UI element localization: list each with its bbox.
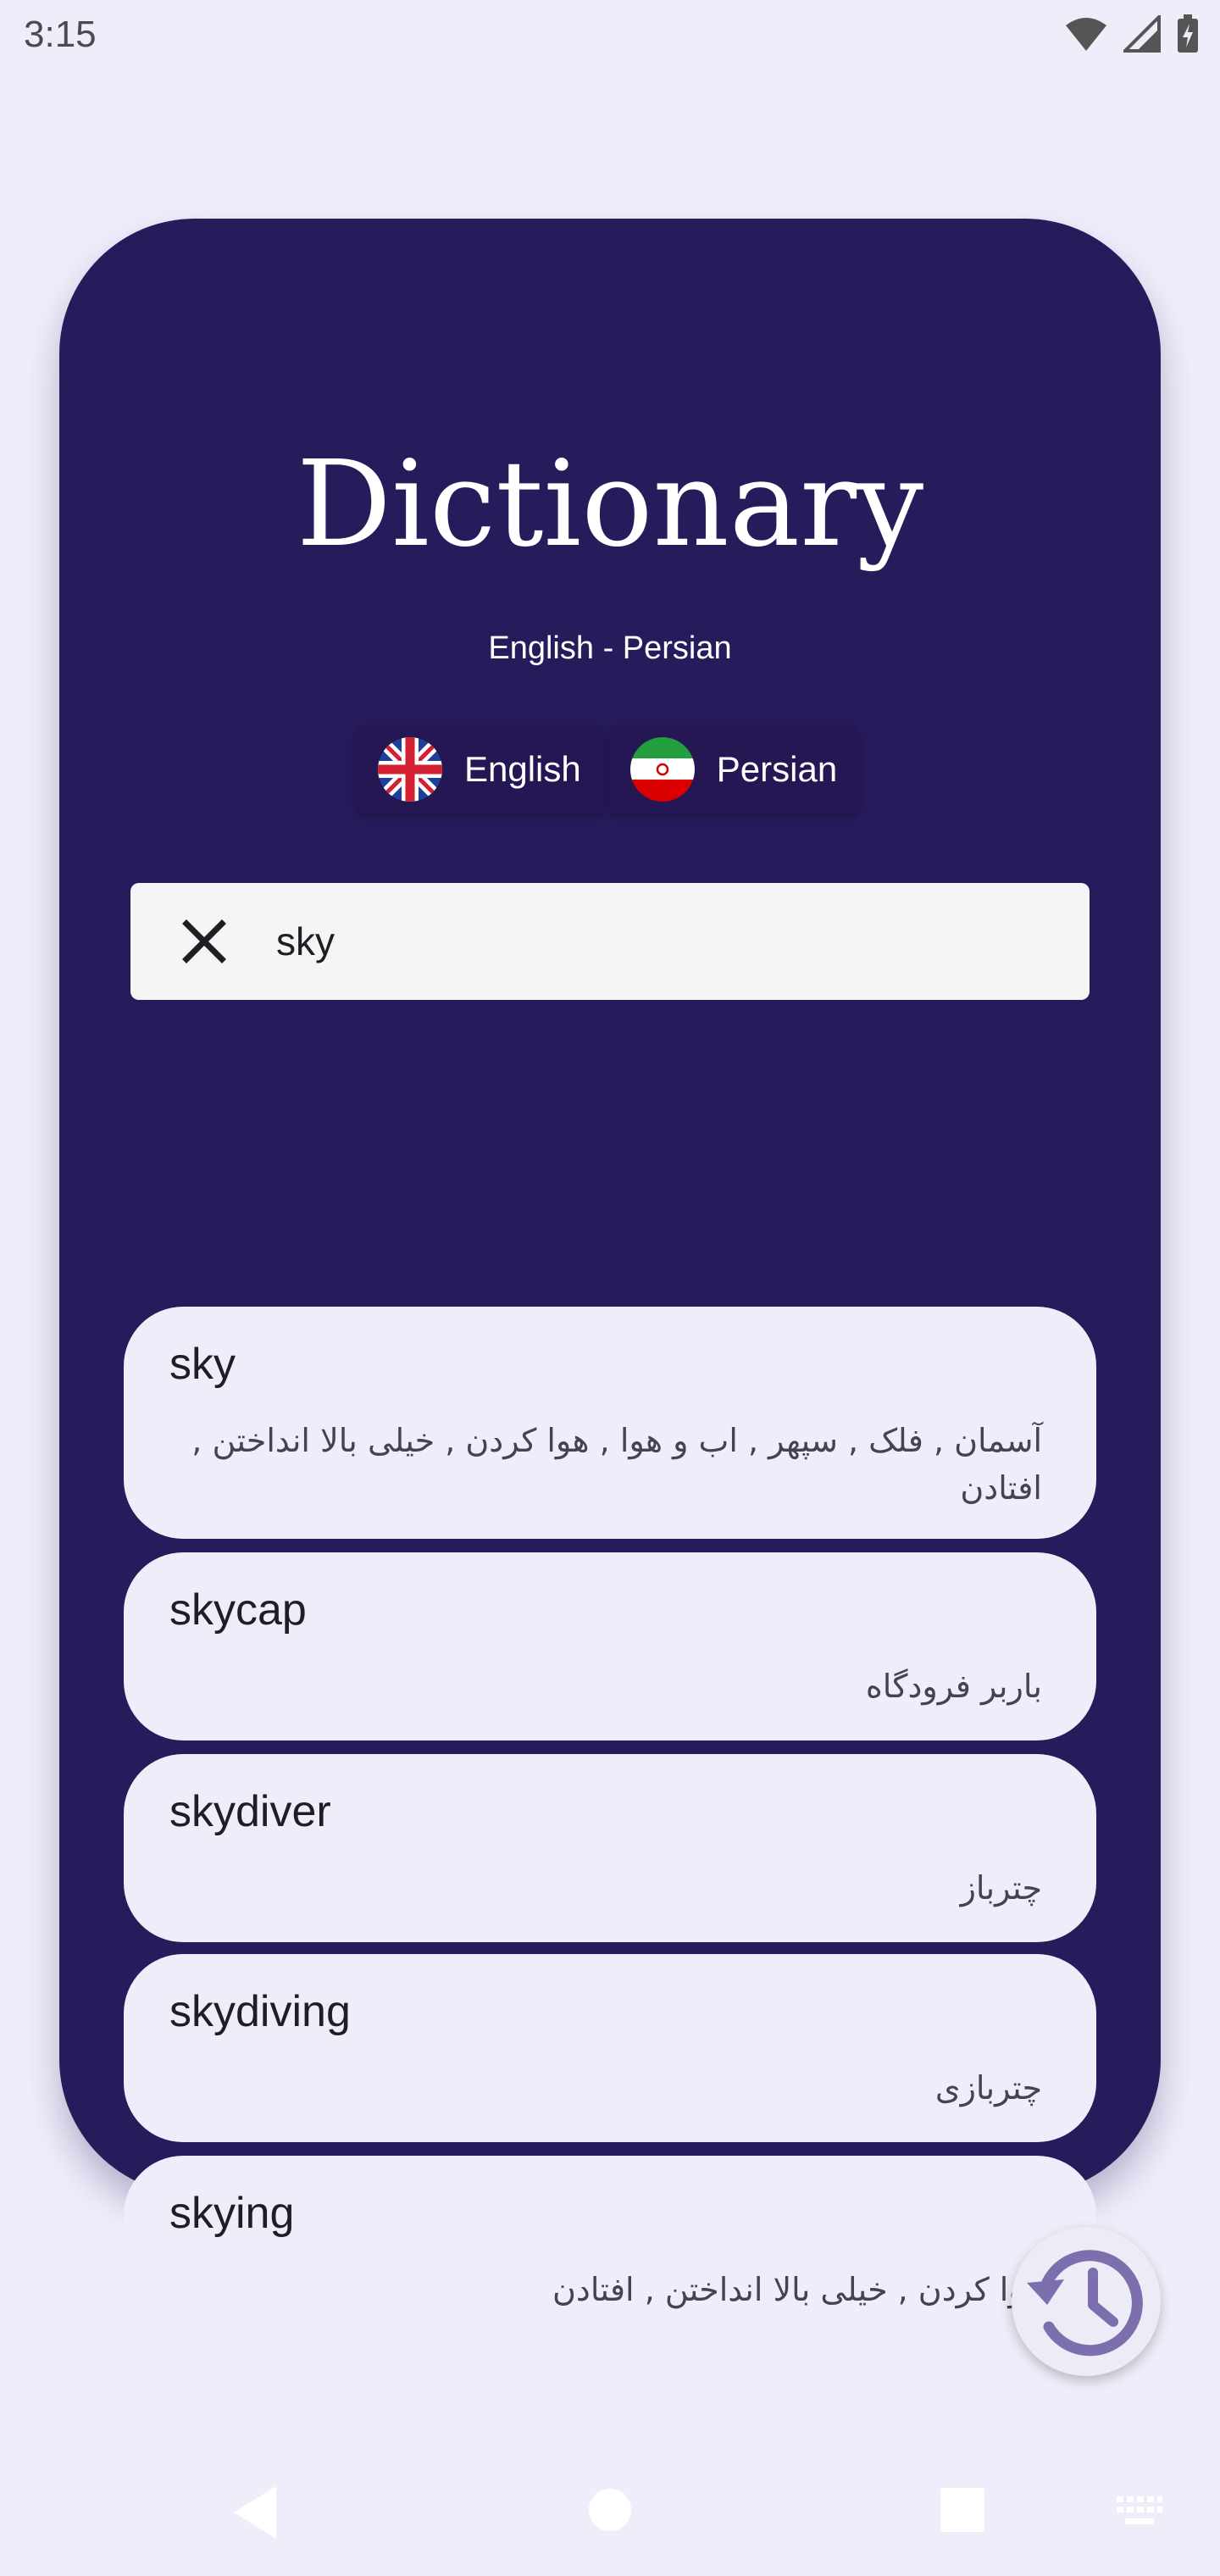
status-icons [1064,14,1200,54]
home-icon[interactable] [588,2488,632,2532]
close-icon[interactable] [175,912,234,971]
navigation-bar [0,2457,1220,2576]
dictionary-card: Dictionary English - Persian English Per… [59,219,1161,2344]
keyboard-icon[interactable] [1115,2495,1164,2529]
iran-flag-icon [629,737,695,802]
result-word: skycap [169,1585,307,1635]
history-button[interactable] [1012,2227,1161,2376]
result-meaning: آسمان , فلک , سپهر , اب و هوا , هوا کردن… [191,1422,1042,1507]
language-label-english: English [464,749,581,789]
result-meaning: باربر فرودگاه [865,1668,1042,1705]
search-field [130,883,1090,1000]
recents-icon[interactable] [939,2486,986,2534]
language-label-persian: Persian [716,749,838,789]
language-button-english[interactable]: English [356,725,603,813]
language-selector: English Persian [356,725,860,813]
result-word: skying [169,2189,295,2238]
status-time: 3:15 [24,14,97,55]
page-title: Dictionary [296,436,924,574]
result-meaning: چترباز [960,1869,1042,1907]
language-button-persian[interactable]: Persian [607,725,860,813]
page-subtitle: English - Persian [488,630,732,666]
list-item[interactable]: sky آسمان , فلک , سپهر , اب و هوا , هوا … [124,1307,1096,1539]
list-item[interactable]: skydiving چتربازی [124,1954,1096,2142]
result-meaning: چتربازی [934,2069,1042,2107]
back-icon[interactable] [229,2483,280,2542]
search-input[interactable] [274,918,1040,965]
cellular-signal-icon [1123,15,1161,53]
status-bar: 3:15 [0,0,1220,71]
history-icon [1027,2250,1143,2357]
result-word: skydiver [169,1787,331,1836]
result-word: skydiving [169,1987,351,2036]
list-item[interactable]: skying هوا کردن , خیلی بالا انداختن , اف… [124,2156,1096,2344]
wifi-icon [1066,18,1106,51]
list-item[interactable]: skycap باربر فرودگاه [124,1552,1096,1740]
result-word: sky [169,1340,236,1389]
uk-flag-icon [378,737,442,802]
battery-charging-icon [1178,14,1198,53]
result-meaning: هوا کردن , خیلی بالا انداختن , افتادن [552,2271,1042,2308]
list-item[interactable]: skydiver چترباز [124,1754,1096,1942]
